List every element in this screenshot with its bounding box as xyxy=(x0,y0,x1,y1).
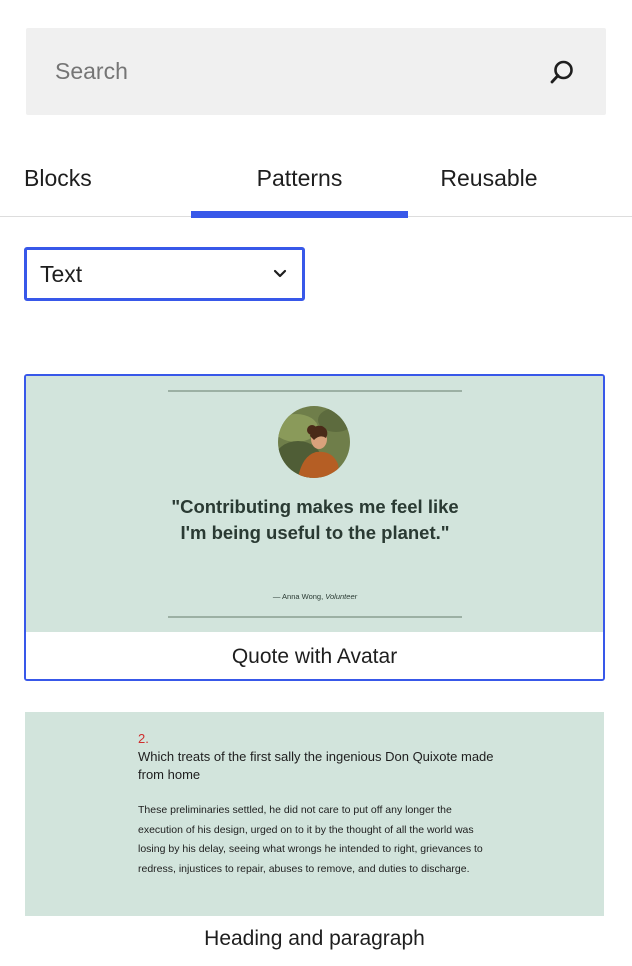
chapter-number: 2. xyxy=(138,731,149,746)
pattern-title: Heading and paragraph xyxy=(204,927,425,950)
pattern-title: Quote with Avatar xyxy=(26,632,603,679)
search-icon[interactable] xyxy=(548,58,576,86)
separator-line xyxy=(168,616,462,618)
pattern-preview: "Contributing makes me feel like I'm bei… xyxy=(26,376,603,632)
inserter-tabs: Blocks Patterns Reusable xyxy=(0,140,632,218)
category-value: Text xyxy=(40,260,83,287)
chapter-paragraph: These preliminaries settled, he did not … xyxy=(138,804,483,875)
quote-citation: — Anna Wong, Volunteer xyxy=(166,592,464,601)
avatar xyxy=(278,406,350,478)
tab-patterns[interactable]: Patterns xyxy=(191,140,408,218)
tab-reusable[interactable]: Reusable xyxy=(408,140,570,217)
chevron-down-icon xyxy=(273,269,287,278)
tab-blocks[interactable]: Blocks xyxy=(0,140,122,217)
search-box xyxy=(26,28,606,115)
separator-line xyxy=(168,390,462,392)
avatar-photo xyxy=(278,406,350,478)
search-input[interactable] xyxy=(26,28,606,115)
citation-role: Volunteer xyxy=(325,592,358,601)
pattern-heading-and-paragraph[interactable]: 2. Which treats of the first sally the i… xyxy=(25,712,604,966)
pattern-preview: 2. Which treats of the first sally the i… xyxy=(25,712,604,916)
citation-name: — Anna Wong, xyxy=(272,592,326,601)
pattern-category-select[interactable]: Text xyxy=(24,247,305,301)
pattern-quote-with-avatar[interactable]: "Contributing makes me feel like I'm bei… xyxy=(24,374,605,681)
tab-label: Blocks xyxy=(24,165,92,191)
tab-label: Reusable xyxy=(440,165,538,191)
quote-text: "Contributing makes me feel like I'm bei… xyxy=(171,496,459,543)
chapter-heading: Which treats of the first sally the inge… xyxy=(138,749,494,782)
tab-label: Patterns xyxy=(256,165,343,191)
